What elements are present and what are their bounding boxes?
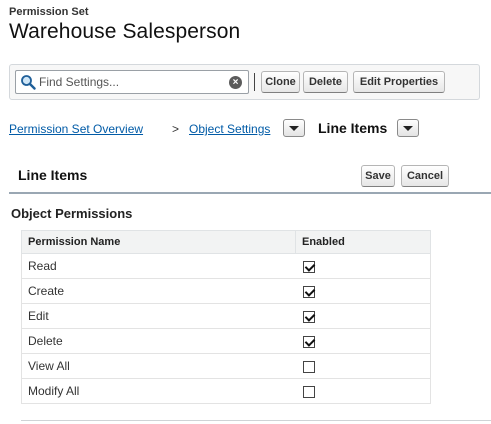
enabled-checkbox[interactable] <box>302 310 315 323</box>
toolbar-separator <box>254 73 255 91</box>
permission-name: Read <box>21 253 296 279</box>
save-button[interactable]: Save <box>361 165 395 187</box>
clear-search-icon[interactable]: × <box>229 76 242 89</box>
line-items-dropdown-button[interactable] <box>397 119 419 137</box>
breadcrumb-overview-link[interactable]: Permission Set Overview <box>9 122 143 136</box>
enabled-checkbox[interactable] <box>302 335 315 348</box>
edit-properties-button[interactable]: Edit Properties <box>353 71 445 93</box>
permission-name: Delete <box>21 328 296 354</box>
breadcrumb-object-settings-link[interactable]: Object Settings <box>189 122 270 136</box>
search-icon <box>20 74 36 90</box>
table-row: Modify All <box>21 378 431 404</box>
permission-name: Create <box>21 278 296 304</box>
table-row: Edit <box>21 303 431 329</box>
object-settings-dropdown-button[interactable] <box>283 119 305 137</box>
table-row: Read <box>21 253 431 279</box>
section-title: Line Items <box>18 167 88 183</box>
object-permissions-table: Permission Name Enabled Read Create Edit… <box>21 230 431 404</box>
enabled-checkbox[interactable] <box>302 260 315 273</box>
table-row: Delete <box>21 328 431 354</box>
enabled-checkbox[interactable] <box>302 285 315 298</box>
table-header-row: Permission Name Enabled <box>21 230 431 254</box>
bottom-divider <box>21 420 491 421</box>
table-row: View All <box>21 353 431 379</box>
search-input[interactable] <box>39 74 219 90</box>
delete-button[interactable]: Delete <box>303 71 348 93</box>
cancel-button[interactable]: Cancel <box>401 165 449 187</box>
column-header-enabled: Enabled <box>295 230 431 254</box>
breadcrumb-current: Line Items <box>318 120 388 136</box>
section-header: Line Items Save Cancel <box>9 158 491 194</box>
table-row: Create <box>21 278 431 304</box>
permission-name: Modify All <box>21 378 296 404</box>
settings-toolbar: × Clone Delete Edit Properties <box>9 64 480 100</box>
search-box[interactable]: × <box>15 70 249 94</box>
enabled-checkbox[interactable] <box>302 385 315 398</box>
object-permissions-heading: Object Permissions <box>11 206 133 221</box>
page-title: Warehouse Salesperson <box>9 20 241 43</box>
column-header-permission-name: Permission Name <box>21 230 296 254</box>
clone-button[interactable]: Clone <box>261 71 300 93</box>
permission-name: Edit <box>21 303 296 329</box>
enabled-checkbox[interactable] <box>302 360 315 373</box>
breadcrumb-separator: > <box>172 122 180 136</box>
permission-name: View All <box>21 353 296 379</box>
page-eyebrow: Permission Set <box>9 6 89 18</box>
